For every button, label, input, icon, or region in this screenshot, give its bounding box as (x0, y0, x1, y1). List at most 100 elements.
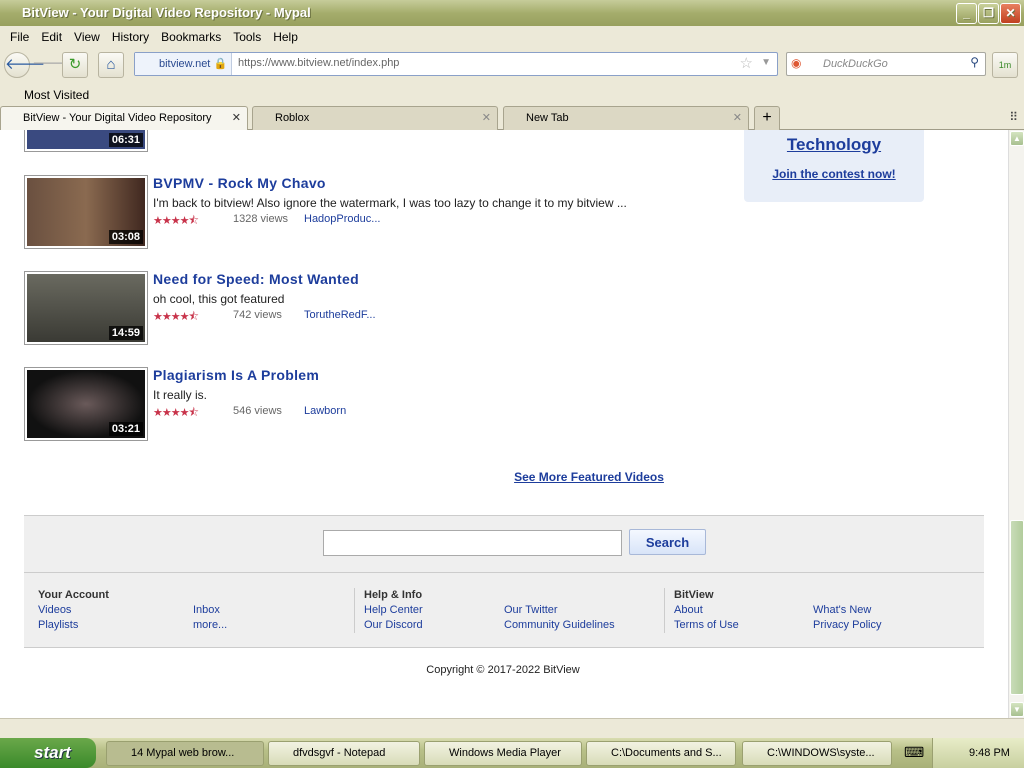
video-thumbnail[interactable]: 14:59 (24, 271, 148, 345)
task-mypal[interactable]: 14 Mypal web brow... (106, 741, 264, 766)
clock[interactable]: 9:48 PM (969, 747, 1010, 759)
tab-bitview[interactable]: BitView - Your Digital Video Repository ✕ (0, 106, 248, 130)
close-button[interactable]: ✕ (1000, 3, 1021, 24)
menu-tools[interactable]: Tools (227, 26, 267, 46)
menu-bookmarks[interactable]: Bookmarks (155, 26, 227, 46)
home-button[interactable]: ⌂ (98, 52, 124, 78)
tab-strip: BitView - Your Digital Video Repository ✕… (0, 106, 1024, 130)
start-button[interactable]: start (0, 738, 96, 768)
scroll-up-arrow-icon[interactable]: ▲ (1010, 131, 1024, 146)
bookmark-star-icon[interactable]: ☆ (740, 54, 753, 72)
duckduckgo-icon[interactable]: ◉ (791, 56, 801, 70)
join-contest-link[interactable]: Join the contest now! (744, 167, 924, 181)
footer-link-whats-new[interactable]: What's New (813, 603, 963, 618)
footer-search-button[interactable]: Search (629, 529, 706, 555)
task-notepad[interactable]: dfvdsgvf - Notepad (268, 741, 420, 766)
title-bar: BitView - Your Digital Video Repository … (0, 0, 1024, 26)
footer-column-help: Help & Info Help Center Our Twitter Our … (354, 588, 654, 633)
minimize-button[interactable]: _ (956, 3, 977, 24)
site-identity[interactable]: bitview.net 🔒 (135, 53, 232, 75)
site-identity-label: bitview.net (159, 58, 211, 70)
footer-link-twitter[interactable]: Our Twitter (504, 603, 654, 618)
menu-file[interactable]: File (4, 26, 35, 46)
addon-button[interactable]: 1m (992, 52, 1018, 78)
footer-link-help-center[interactable]: Help Center (364, 603, 504, 618)
search-placeholder: DuckDuckGo (823, 58, 888, 70)
task-label: Windows Media Player (449, 747, 561, 759)
window-title: BitView - Your Digital Video Repository … (22, 5, 311, 20)
task-label: dfvdsgvf - Notepad (293, 747, 386, 759)
footer-heading: Help & Info (364, 589, 423, 601)
footer-link-inbox[interactable]: Inbox (193, 603, 333, 618)
back-button[interactable]: 🡐 (4, 52, 45, 78)
video-description: oh cool, this got featured (153, 292, 285, 306)
footer-search-input[interactable] (323, 530, 622, 556)
video-description: I'm back to bitview! Also ignore the wat… (153, 196, 627, 210)
tab-roblox[interactable]: Roblox ✕ (252, 106, 498, 130)
contest-category[interactable]: Technology (744, 130, 924, 155)
video-author[interactable]: HadopProduc... (304, 213, 380, 225)
dropdown-icon[interactable]: ▼ (761, 57, 771, 68)
video-thumbnail[interactable]: 03:21 (24, 367, 148, 441)
menu-view[interactable]: View (68, 26, 106, 46)
bookmarks-toolbar: Most Visited (0, 84, 1024, 106)
task-media-player[interactable]: Windows Media Player (424, 741, 582, 766)
footer-link-more[interactable]: more... (193, 618, 333, 633)
reload-button[interactable]: ↻ (62, 52, 88, 78)
rating-stars: ★★★★⯪ (153, 215, 199, 227)
close-tab-icon[interactable]: ✕ (232, 107, 241, 129)
close-tab-icon[interactable]: ✕ (482, 107, 491, 129)
video-thumbnail[interactable]: 03:08 (24, 175, 148, 249)
menu-edit[interactable]: Edit (35, 26, 68, 46)
video-description: It really is. (153, 388, 208, 402)
tab-label: BitView - Your Digital Video Repository (23, 112, 212, 124)
video-item: 03:21 Plagiarism Is A Problem It really … (24, 367, 674, 441)
video-duration: 03:08 (108, 230, 143, 244)
footer-link-discord[interactable]: Our Discord (364, 618, 504, 633)
video-author[interactable]: TorutheRedF... (304, 309, 376, 321)
view-count: 546 views (233, 405, 282, 417)
footer-column-bitview: BitView About What's New Terms of Use Pr… (664, 588, 964, 633)
video-duration: 03:21 (108, 422, 143, 436)
see-more-link[interactable]: See More Featured Videos (0, 470, 1008, 484)
tab-new-tab[interactable]: New Tab ✕ (503, 106, 749, 130)
start-label: start (34, 743, 71, 762)
video-title[interactable]: Need for Speed: Most Wanted (153, 271, 359, 287)
task-cmd[interactable]: C:\WINDOWS\syste... (742, 741, 892, 766)
video-title[interactable]: Plagiarism Is A Problem (153, 367, 319, 383)
video-duration: 14:59 (108, 326, 143, 340)
footer-link-about[interactable]: About (674, 603, 813, 618)
footer-link-guidelines[interactable]: Community Guidelines (504, 618, 654, 633)
footer-link-videos[interactable]: Videos (38, 603, 193, 618)
scroll-down-arrow-icon[interactable]: ▼ (1010, 702, 1024, 717)
video-author[interactable]: Lawborn (304, 405, 346, 417)
scrollbar-thumb[interactable] (1010, 520, 1024, 695)
video-duration: 06:31 (108, 133, 143, 147)
footer-link-playlists[interactable]: Playlists (38, 618, 193, 633)
task-label: C:\WINDOWS\syste... (767, 747, 875, 759)
rating-stars: ★★★★⯪ (153, 407, 199, 419)
keyboard-icon[interactable]: ⌨ (904, 744, 924, 761)
tab-label: New Tab (526, 112, 569, 124)
footer-link-terms[interactable]: Terms of Use (674, 618, 813, 633)
video-title[interactable]: BVPMV - Rock My Chavo (153, 175, 326, 191)
task-7zip[interactable]: C:\Documents and S... (586, 741, 736, 766)
search-icon[interactable]: ⚲ (970, 55, 979, 69)
vertical-scrollbar[interactable]: ▲ ▼ (1008, 130, 1024, 718)
view-count: 1328 views (233, 213, 289, 225)
close-tab-icon[interactable]: ✕ (733, 107, 742, 129)
most-visited-bookmark[interactable]: Most Visited (24, 88, 89, 102)
search-bar[interactable]: ◉ DuckDuckGo ⚲ (786, 52, 986, 76)
footer-link-privacy[interactable]: Privacy Policy (813, 618, 963, 633)
tab-list-icon[interactable]: ⠿ (1009, 110, 1018, 124)
maximize-button[interactable]: ❐ (978, 3, 999, 24)
taskbar: start 14 Mypal web brow... dfvdsgvf - No… (0, 738, 1024, 768)
new-tab-button[interactable]: + (754, 106, 780, 130)
menu-help[interactable]: Help (267, 26, 304, 46)
forward-button[interactable]: 🡒 (32, 52, 72, 78)
page-content: 06:31 03:08 BVPMV - Rock My Chavo I'm ba… (0, 130, 1008, 718)
video-thumbnail[interactable]: 06:31 (24, 130, 148, 152)
menu-history[interactable]: History (106, 26, 155, 46)
footer: Search Your Account Videos Inbox Playlis… (24, 515, 984, 648)
url-bar[interactable]: bitview.net 🔒 https://www.bitview.net/in… (134, 52, 778, 76)
